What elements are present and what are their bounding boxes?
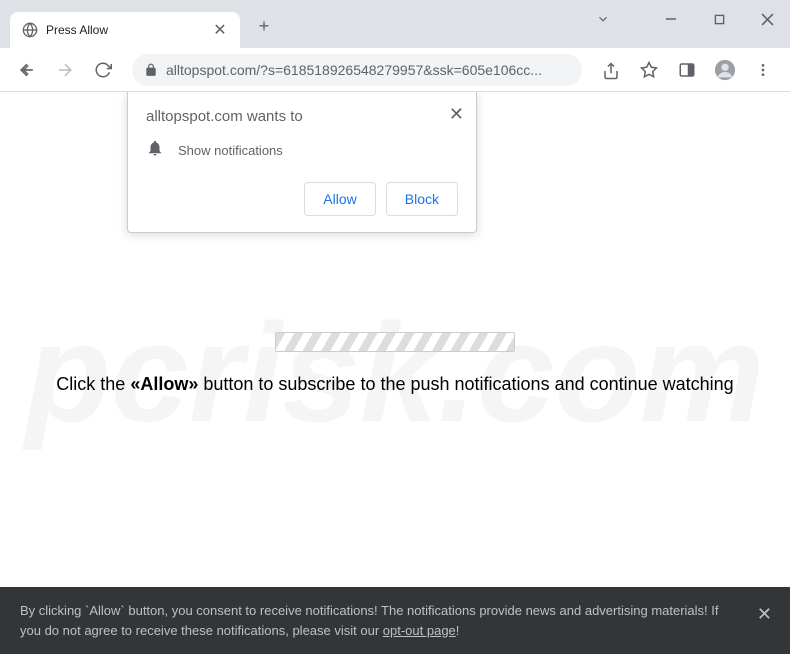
window-controls bbox=[588, 0, 782, 38]
forward-button bbox=[48, 53, 82, 87]
consent-close-icon[interactable]: ✕ bbox=[757, 601, 772, 628]
reload-button[interactable] bbox=[86, 53, 120, 87]
browser-tab[interactable]: Press Allow ✕ bbox=[10, 12, 240, 48]
back-button[interactable] bbox=[10, 53, 44, 87]
bell-icon bbox=[146, 139, 164, 162]
text-post: button to subscribe to the push notifica… bbox=[198, 374, 733, 394]
text-pre: Click the bbox=[56, 374, 130, 394]
bookmark-star-icon[interactable] bbox=[632, 53, 666, 87]
text-bold: «Allow» bbox=[130, 374, 198, 394]
menu-icon[interactable] bbox=[746, 53, 780, 87]
popup-close-icon[interactable]: ✕ bbox=[449, 104, 464, 125]
share-icon[interactable] bbox=[594, 54, 628, 88]
block-button[interactable]: Block bbox=[386, 182, 458, 216]
popup-title: alltopspot.com wants to bbox=[146, 108, 458, 125]
maximize-button[interactable] bbox=[704, 4, 734, 34]
tab-close-icon[interactable]: ✕ bbox=[212, 22, 228, 38]
new-tab-button[interactable]: + bbox=[250, 12, 278, 40]
popup-buttons: Allow Block bbox=[146, 182, 458, 216]
close-button[interactable] bbox=[752, 4, 782, 34]
popup-permission-text: Show notifications bbox=[178, 143, 283, 158]
page-content: pcrisk.com ✕ alltopspot.com wants to Sho… bbox=[0, 92, 790, 654]
side-panel-icon[interactable] bbox=[670, 53, 704, 87]
profile-icon[interactable] bbox=[708, 53, 742, 87]
chevron-down-icon[interactable] bbox=[588, 4, 618, 34]
allow-button[interactable]: Allow bbox=[304, 182, 375, 216]
instruction-text: Click the «Allow» button to subscribe to… bbox=[0, 372, 790, 397]
notification-permission-popup: ✕ alltopspot.com wants to Show notificat… bbox=[127, 92, 477, 233]
tab-title: Press Allow bbox=[46, 23, 204, 37]
globe-icon bbox=[22, 22, 38, 38]
toolbar: alltopspot.com/?s=618518926548279957&ssk… bbox=[0, 48, 790, 92]
popup-permission-row: Show notifications bbox=[146, 139, 458, 162]
minimize-button[interactable] bbox=[656, 4, 686, 34]
consent-text-a: By clicking `Allow` button, you consent … bbox=[20, 603, 719, 638]
consent-bar: ✕ By clicking `Allow` button, you consen… bbox=[0, 587, 790, 654]
address-bar[interactable]: alltopspot.com/?s=618518926548279957&ssk… bbox=[132, 54, 582, 86]
opt-out-link[interactable]: opt-out page bbox=[383, 623, 456, 638]
titlebar: Press Allow ✕ + bbox=[0, 0, 790, 48]
loading-bar bbox=[275, 332, 515, 352]
lock-icon bbox=[144, 63, 158, 77]
url-text: alltopspot.com/?s=618518926548279957&ssk… bbox=[166, 62, 570, 78]
consent-text-b: ! bbox=[456, 623, 460, 638]
